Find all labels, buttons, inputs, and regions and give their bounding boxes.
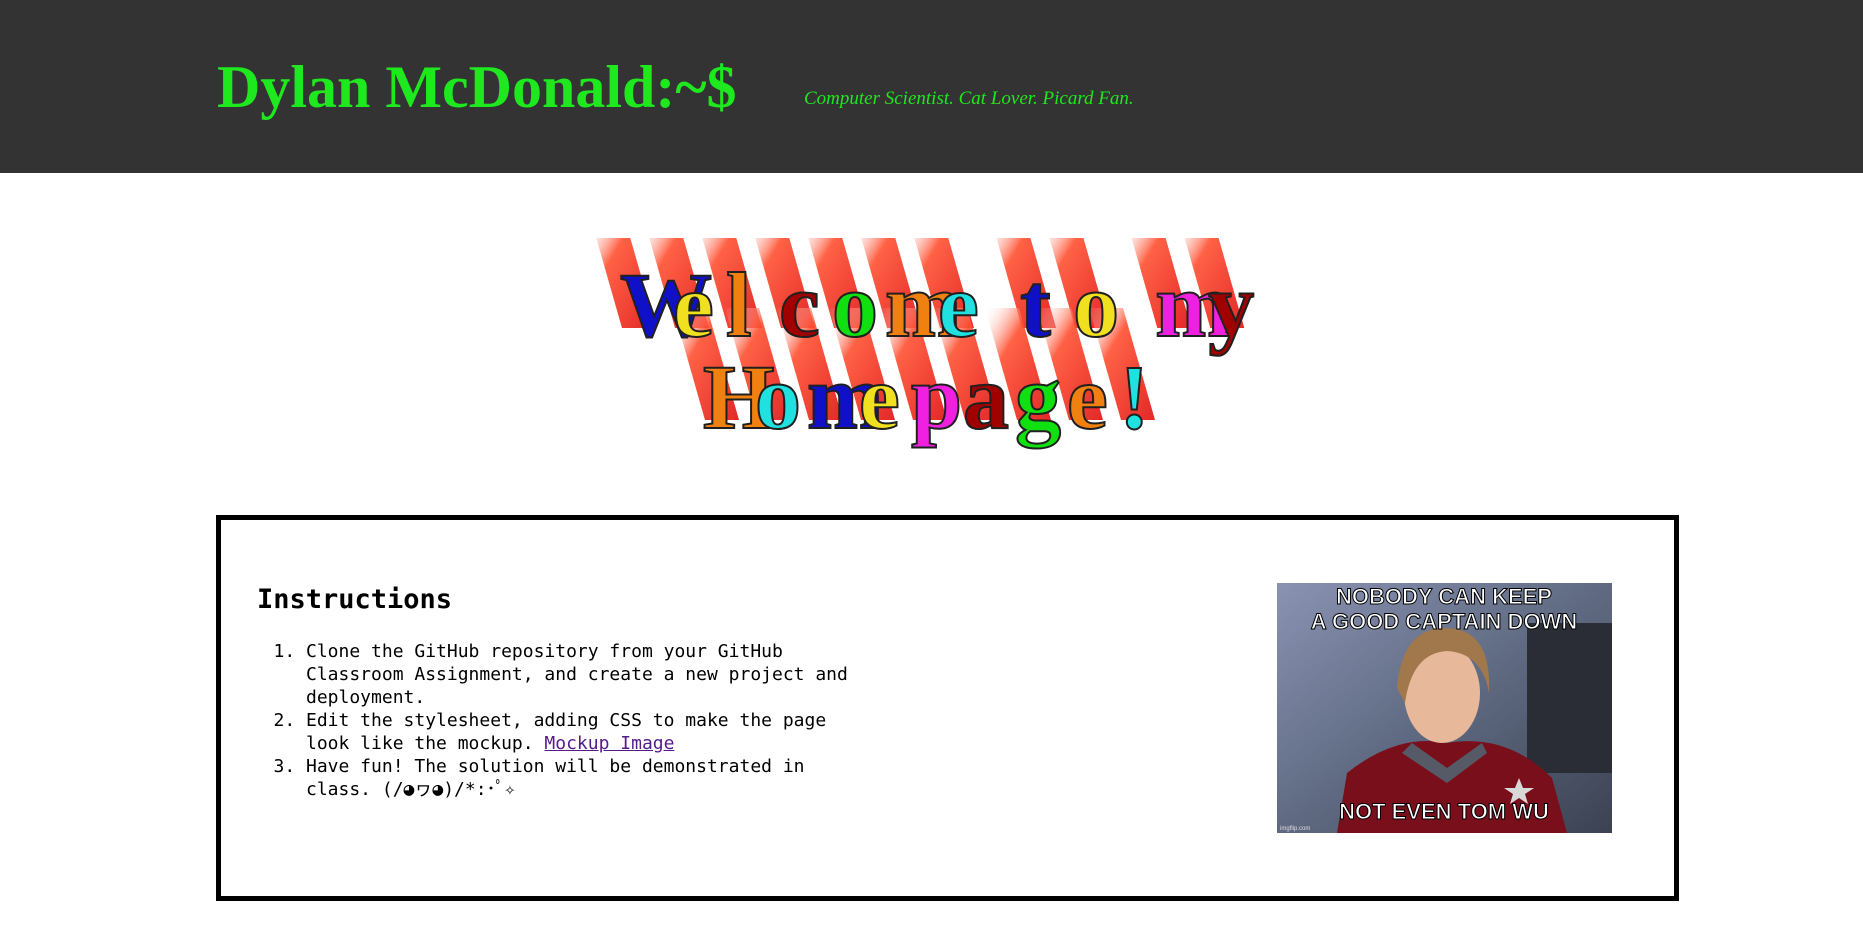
instructions-list: Clone the GitHub repository from your Gi… (257, 640, 877, 801)
site-tagline: Computer Scientist. Cat Lover. Picard Fa… (804, 88, 1134, 109)
banner-letter: l (726, 254, 752, 356)
site-title: Dylan McDonald:~$ (217, 54, 737, 120)
welcome-banner-svg: We l c o me t o my Ho me p a g e! (596, 238, 1255, 449)
site-header: Dylan McDonald:~$ Computer Scientist. Ca… (0, 0, 1863, 173)
banner-letter: e (859, 346, 900, 448)
meme-bottom-caption: NOT EVEN TOM WU (1339, 799, 1549, 824)
banner-letter: o (832, 254, 878, 356)
meme-top-caption-1: NOBODY CAN KEEP (1336, 584, 1552, 609)
banner-letter: e (1067, 346, 1108, 448)
instructions-heading: Instructions (257, 584, 453, 615)
banner-letter: c (779, 254, 820, 356)
instruction-step-text: Clone the GitHub repository from your Gi… (306, 641, 848, 708)
instruction-step-text: Have fun! The solution will be demonstra… (306, 756, 805, 800)
meme-chair-shape (1527, 623, 1612, 773)
banner-letter: o (755, 346, 801, 448)
instruction-step-2: Edit the stylesheet, adding CSS to make … (306, 709, 877, 755)
instruction-step-3: Have fun! The solution will be demonstra… (306, 755, 877, 801)
meme-watermark: imgflip.com (1280, 826, 1310, 832)
banner-letter: t (1020, 254, 1051, 356)
banner-letter: a (963, 346, 1009, 448)
banner-letter: e (673, 254, 714, 356)
meme-svg: NOBODY CAN KEEP A GOOD CAPTAIN DOWN NOT … (1277, 583, 1612, 833)
banner-letter: y (1208, 254, 1254, 356)
instructions-panel: Instructions Clone the GitHub repository… (216, 515, 1679, 901)
banner-letter: g (1015, 346, 1061, 448)
mockup-image-link[interactable]: Mockup Image (544, 733, 674, 754)
meme-top-caption-2: A GOOD CAPTAIN DOWN (1311, 609, 1577, 634)
banner-letter: p (911, 346, 962, 448)
banner-letter: e (938, 254, 979, 356)
banner-line-2: Ho me p a g e! (702, 345, 1151, 449)
welcome-banner-image: Welcometomy Ho m e p a g e! (578, 238, 1318, 458)
instruction-step-1: Clone the GitHub repository from your Gi… (306, 640, 877, 709)
banner-letter: o (1073, 254, 1119, 356)
banner-letter: ! (1119, 346, 1150, 448)
captain-janeway-meme-image: NOBODY CAN KEEP A GOOD CAPTAIN DOWN NOT … (1277, 583, 1612, 833)
